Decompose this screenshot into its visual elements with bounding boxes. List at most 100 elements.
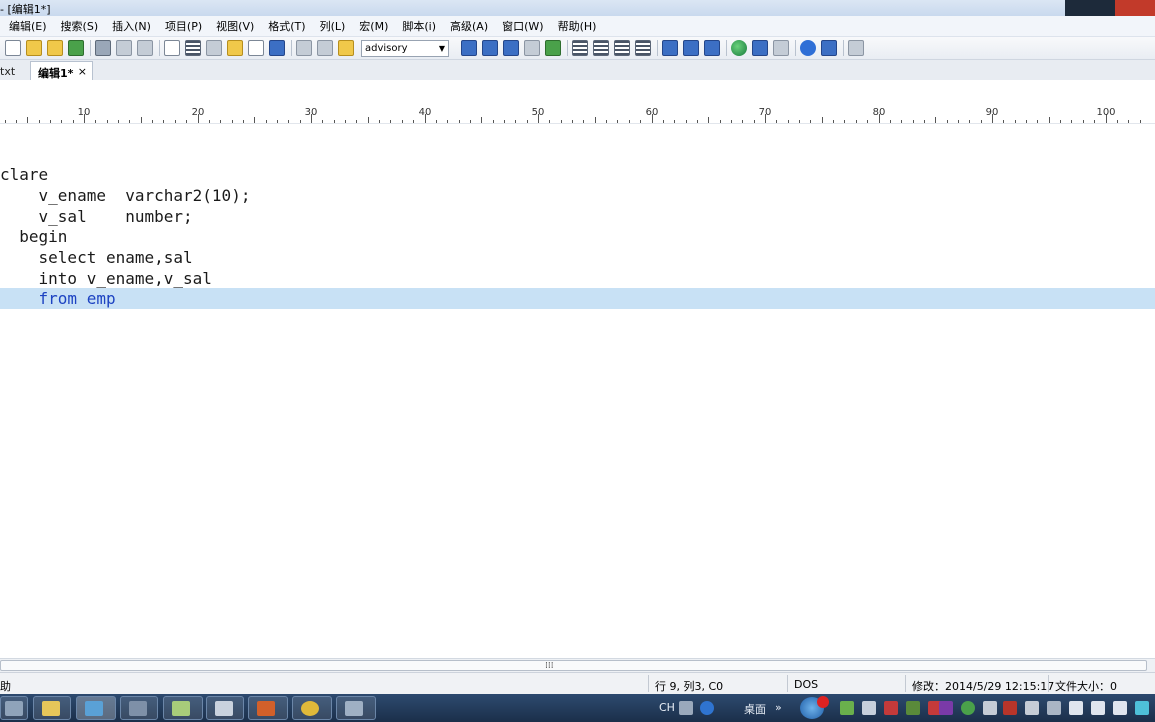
task-app-6[interactable] (206, 696, 244, 720)
ruler-tick (686, 120, 687, 123)
menu-project[interactable]: 项目(P) (165, 18, 202, 34)
task-app-8[interactable] (292, 696, 332, 720)
toolbar-chevron[interactable]: » (775, 701, 782, 714)
tab-txt[interactable]: txt (0, 62, 21, 80)
word-wrap-icon[interactable] (185, 40, 201, 56)
open-recent-icon[interactable] (47, 40, 63, 56)
menu-macro[interactable]: 宏(M) (359, 18, 388, 34)
toolbar-options-icon[interactable] (848, 40, 864, 56)
page-setup-icon[interactable] (164, 40, 180, 56)
ruler-label: 60 (645, 107, 659, 118)
align-right-icon[interactable] (614, 40, 630, 56)
task-app-9[interactable] (336, 696, 376, 720)
horizontal-scrollbar[interactable]: ⁞⁞⁞ (0, 658, 1155, 672)
help-icon[interactable] (700, 701, 714, 715)
tab-edit1[interactable]: 编辑1* × (30, 61, 93, 80)
paste-icon[interactable] (338, 40, 354, 56)
ruler-tick (95, 120, 96, 123)
save-icon[interactable] (68, 40, 84, 56)
refresh-icon[interactable] (773, 40, 789, 56)
tray-app-icon[interactable] (1003, 701, 1017, 715)
code-line[interactable]: into v_ename,v_sal (0, 268, 1155, 289)
task-powerpoint[interactable] (248, 696, 288, 720)
replace-icon[interactable] (524, 40, 540, 56)
menu-edit[interactable]: 编辑(E) (9, 18, 47, 34)
align-left-icon[interactable] (572, 40, 588, 56)
current-code-line[interactable]: from emp (0, 288, 1155, 309)
menu-search[interactable]: 搜索(S) (61, 18, 99, 34)
printer-icon[interactable] (1047, 701, 1061, 715)
find-icon[interactable] (461, 40, 477, 56)
new-file-icon[interactable] (5, 40, 21, 56)
ruler-tick (470, 120, 471, 123)
justify-icon[interactable] (635, 40, 651, 56)
language-indicator[interactable]: CH (659, 701, 675, 714)
tray-app-icon[interactable] (1091, 701, 1105, 715)
code-line[interactable]: begin (0, 226, 1155, 247)
tray-app-icon[interactable] (884, 701, 898, 715)
align-center-icon[interactable] (593, 40, 609, 56)
ftp-icon[interactable] (752, 40, 768, 56)
menu-advanced[interactable]: 高级(A) (450, 18, 488, 34)
code-line[interactable]: v_sal number; (0, 206, 1155, 227)
menu-format[interactable]: 格式(T) (268, 18, 305, 34)
split-horizontal-icon[interactable] (662, 40, 678, 56)
ruler-tick (799, 120, 800, 123)
export-icon[interactable] (137, 40, 153, 56)
tray-app-icon[interactable] (983, 701, 997, 715)
font-select[interactable]: advisory ▼ (361, 39, 449, 57)
task-explorer[interactable] (33, 696, 71, 720)
menu-script[interactable]: 脚本(i) (402, 18, 436, 34)
ruler-tick (867, 120, 868, 123)
network-icon[interactable] (1135, 701, 1149, 715)
menu-column[interactable]: 列(L) (320, 18, 346, 34)
tray-app-icon[interactable] (1025, 701, 1039, 715)
code-line[interactable]: clare (0, 164, 1155, 185)
print-icon[interactable] (95, 40, 111, 56)
desktop-toolbar-label[interactable]: 桌面 (744, 701, 766, 717)
onenote-icon[interactable] (939, 701, 953, 715)
cut-icon[interactable] (296, 40, 312, 56)
vs-icon[interactable] (840, 701, 854, 715)
code-editor[interactable]: clare v_ename varchar2(10); v_sal number… (0, 124, 1155, 658)
copy-icon[interactable] (317, 40, 333, 56)
blank-page-icon[interactable] (248, 40, 264, 56)
flag-icon[interactable] (1113, 701, 1127, 715)
find-in-files-icon[interactable] (545, 40, 561, 56)
find-next-icon[interactable] (482, 40, 498, 56)
menu-help[interactable]: 帮助(H) (558, 18, 597, 34)
hex-mode-icon[interactable] (206, 40, 222, 56)
ruler-tick (1117, 120, 1118, 123)
clipboard-icon[interactable] (227, 40, 243, 56)
task-app-1[interactable] (0, 696, 28, 720)
window-controls[interactable] (1065, 0, 1155, 16)
tray-app-icon[interactable] (1069, 701, 1083, 715)
security-icon[interactable] (961, 701, 975, 715)
menu-view[interactable]: 视图(V) (216, 18, 254, 34)
code-line[interactable]: v_ename varchar2(10); (0, 185, 1155, 206)
close-icon[interactable]: × (78, 65, 87, 78)
task-notepad[interactable] (163, 696, 203, 720)
browser-icon[interactable] (269, 40, 285, 56)
info-icon[interactable] (800, 40, 816, 56)
print-preview-icon[interactable] (116, 40, 132, 56)
split-vertical-icon[interactable] (683, 40, 699, 56)
ruler-tick (1037, 120, 1038, 123)
code-line[interactable]: select ename,sal (0, 247, 1155, 268)
keyboard-icon[interactable] (679, 701, 693, 715)
menu-insert[interactable]: 插入(N) (112, 18, 151, 34)
tray-app-icon[interactable] (906, 701, 920, 715)
volume-icon[interactable] (862, 701, 876, 715)
task-app-4[interactable] (120, 696, 158, 720)
scrollbar-thumb[interactable]: ⁞⁞⁞ (0, 660, 1147, 671)
search-help-icon[interactable] (821, 40, 837, 56)
ruler-tick (742, 120, 743, 123)
open-folder-icon[interactable] (26, 40, 42, 56)
ruler-tick (1083, 120, 1084, 123)
find-prev-icon[interactable] (503, 40, 519, 56)
close-window-button[interactable] (1115, 0, 1155, 16)
menu-window[interactable]: 窗口(W) (502, 18, 543, 34)
task-app-3[interactable] (76, 696, 116, 720)
cascade-icon[interactable] (704, 40, 720, 56)
web-icon[interactable] (731, 40, 747, 56)
